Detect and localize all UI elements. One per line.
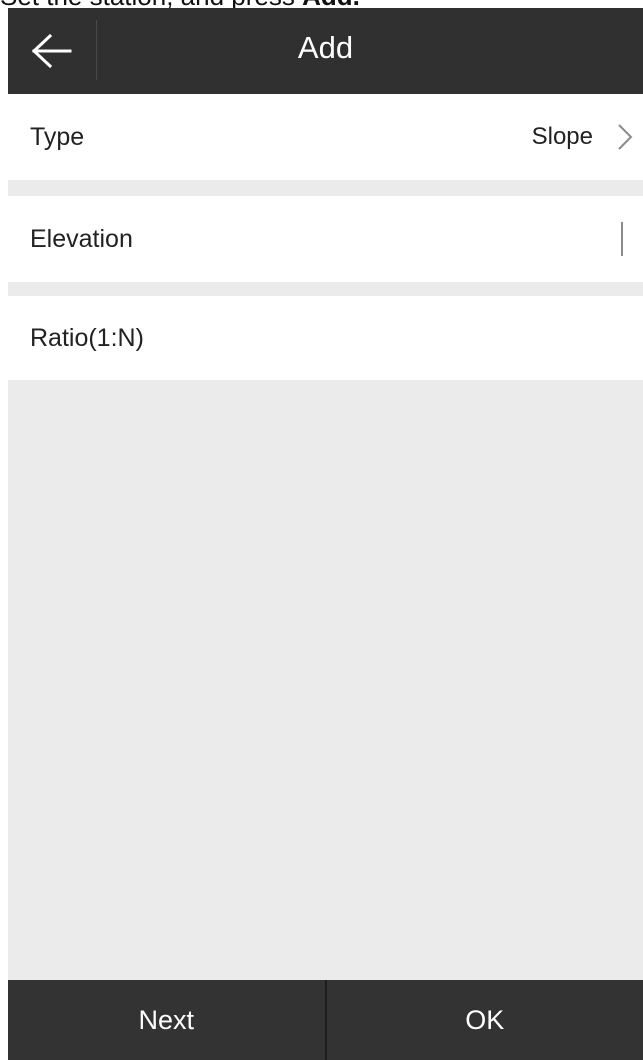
title-divider xyxy=(96,20,97,80)
elevation-field[interactable]: Elevation xyxy=(8,196,643,282)
type-value: Slope xyxy=(531,123,593,150)
caption-text: Set the station, and press xyxy=(0,0,302,8)
bottom-action-bar: Next OK xyxy=(8,980,643,1060)
page-title: Add xyxy=(297,30,354,65)
app-screen: Add Type Slope Elevation Ratio(1:N) Next… xyxy=(8,8,643,1060)
ratio-field[interactable]: Ratio(1:N) xyxy=(8,296,643,380)
chevron-right-icon xyxy=(618,124,633,150)
next-button[interactable]: Next xyxy=(8,980,325,1060)
type-label: Type xyxy=(30,123,85,151)
ok-button[interactable]: OK xyxy=(327,980,643,1060)
back-button[interactable] xyxy=(8,8,96,94)
arrow-left-icon xyxy=(32,34,72,68)
text-cursor xyxy=(621,222,623,256)
caption-bold-text: Add. xyxy=(302,0,360,8)
elevation-label: Elevation xyxy=(30,225,133,253)
type-row[interactable]: Type Slope xyxy=(8,94,643,180)
ratio-label: Ratio(1:N) xyxy=(30,324,144,352)
instruction-caption: Set the station, and press Add. xyxy=(0,0,643,8)
title-bar: Add xyxy=(8,8,643,94)
